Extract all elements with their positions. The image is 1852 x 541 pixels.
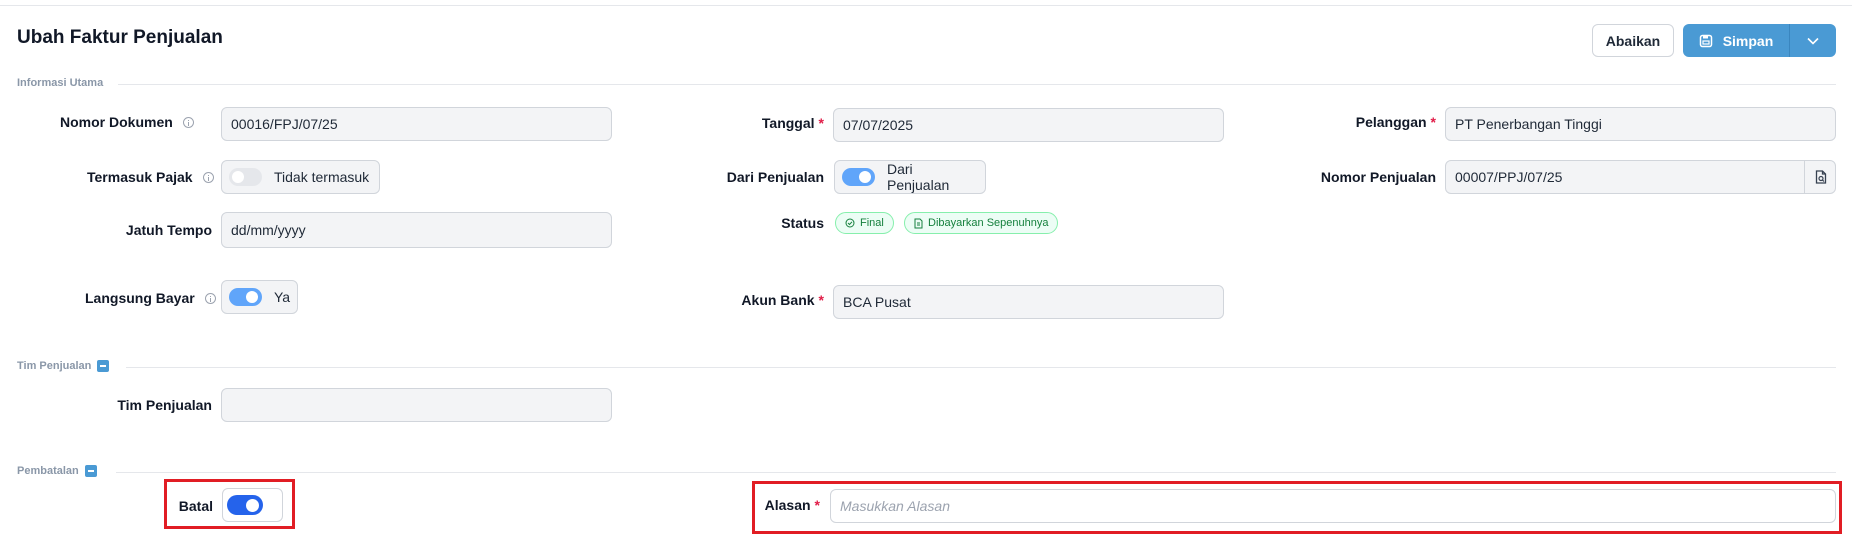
save-button-label: Simpan (1722, 32, 1774, 49)
tax-label-text: Termasuk Pajak (87, 169, 193, 185)
due-date-label: Jatuh Tempo (125, 222, 212, 238)
doc-number-value: 00016/FPJ/07/25 (231, 116, 338, 132)
date-label: Tanggal * (700, 115, 824, 131)
cancelled-toggle[interactable] (222, 488, 283, 522)
info-icon (202, 172, 214, 183)
save-button-group: Simpan (1683, 24, 1836, 57)
collapse-cancel-button[interactable] (84, 465, 97, 477)
cancelled-label: Batal (178, 498, 213, 514)
status-badge-paid: Dibayarkan Sepenuhnya (904, 212, 1059, 234)
from-sale-label: Dari Penjualan (726, 169, 824, 185)
tax-switch[interactable] (229, 168, 262, 186)
bank-account-label: Akun Bank * (700, 292, 824, 308)
customer-input[interactable]: PT Penerbangan Tinggi (1445, 107, 1836, 141)
required-marker: * (1430, 114, 1436, 130)
section-main-title: Informasi Utama (17, 77, 103, 89)
required-marker: * (814, 497, 820, 513)
direct-pay-switch[interactable] (229, 288, 262, 306)
chevron-down-icon (1807, 37, 1819, 45)
form-card (0, 5, 1852, 541)
status-badge-final-label: Final (860, 217, 884, 229)
status-badge-final: Final (835, 212, 894, 234)
check-circle-icon (845, 218, 855, 228)
tax-toggle[interactable]: Tidak termasuk (221, 160, 380, 194)
bank-account-label-text: Akun Bank (741, 292, 815, 308)
sale-number-label: Nomor Penjualan (1320, 169, 1436, 185)
receipt-icon (914, 218, 923, 228)
reason-label: Alasan * (760, 497, 820, 513)
section-divider (116, 472, 1836, 473)
sale-number-value: 00007/PPJ/07/25 (1455, 169, 1563, 185)
direct-pay-toggle[interactable]: Ya (221, 280, 298, 314)
cancel-button[interactable]: Abaikan (1592, 24, 1674, 57)
sale-number-input[interactable]: 00007/PPJ/07/25 (1445, 160, 1836, 194)
required-marker: * (818, 292, 824, 308)
direct-pay-value: Ya (274, 289, 291, 305)
section-team-title: Tim Penjualan (17, 360, 110, 372)
section-cancel-title: Pembatalan (17, 465, 97, 477)
customer-label: Pelanggan * (1300, 114, 1436, 130)
from-sale-switch[interactable] (842, 168, 875, 186)
date-label-text: Tanggal (761, 115, 815, 131)
save-button[interactable]: Simpan (1683, 24, 1790, 57)
status-label: Status (781, 215, 824, 231)
cancelled-switch[interactable] (227, 495, 263, 515)
collapse-team-button[interactable] (97, 360, 110, 372)
doc-number-label: Nomor Dokumen (60, 114, 218, 130)
save-icon (1699, 34, 1712, 47)
date-value: 07/07/2025 (843, 117, 914, 133)
from-sale-value: Dari Penjualan (887, 161, 950, 193)
doc-number-label-text: Nomor Dokumen (60, 114, 173, 130)
section-team-label: Tim Penjualan (17, 360, 92, 372)
document-icon (1815, 170, 1826, 184)
required-marker: * (818, 115, 824, 131)
bank-account-input[interactable]: BCA Pusat (833, 285, 1224, 319)
from-sale-toggle[interactable]: Dari Penjualan (834, 160, 986, 194)
due-date-placeholder: dd/mm/yyyy (231, 222, 306, 238)
open-document-button[interactable] (1804, 161, 1836, 193)
customer-value: PT Penerbangan Tinggi (1455, 116, 1602, 132)
info-icon (182, 117, 194, 128)
due-date-input[interactable]: dd/mm/yyyy (221, 212, 612, 248)
page-title: Ubah Faktur Penjualan (17, 27, 223, 48)
reason-label-text: Alasan (764, 497, 811, 513)
status-badge-paid-label: Dibayarkan Sepenuhnya (928, 217, 1049, 229)
date-input[interactable]: 07/07/2025 (833, 108, 1224, 142)
info-icon (204, 293, 216, 304)
doc-number-input[interactable]: 00016/FPJ/07/25 (221, 107, 612, 141)
save-options-dropdown[interactable] (1790, 24, 1836, 57)
tax-label: Termasuk Pajak (60, 169, 218, 185)
direct-pay-label: Langsung Bayar (60, 290, 218, 306)
reason-input[interactable]: Masukkan Alasan (830, 489, 1836, 523)
customer-label-text: Pelanggan (1355, 114, 1427, 130)
sales-team-input[interactable] (221, 388, 612, 422)
direct-pay-label-text: Langsung Bayar (85, 290, 195, 306)
section-cancel-label: Pembatalan (17, 465, 79, 477)
sales-team-label: Tim Penjualan (117, 397, 212, 413)
section-divider (118, 84, 1836, 85)
bank-account-value: BCA Pusat (843, 294, 911, 310)
section-divider (126, 367, 1836, 368)
reason-placeholder: Masukkan Alasan (840, 498, 950, 514)
section-main-label: Informasi Utama (17, 77, 104, 89)
tax-value: Tidak termasuk (274, 169, 370, 185)
